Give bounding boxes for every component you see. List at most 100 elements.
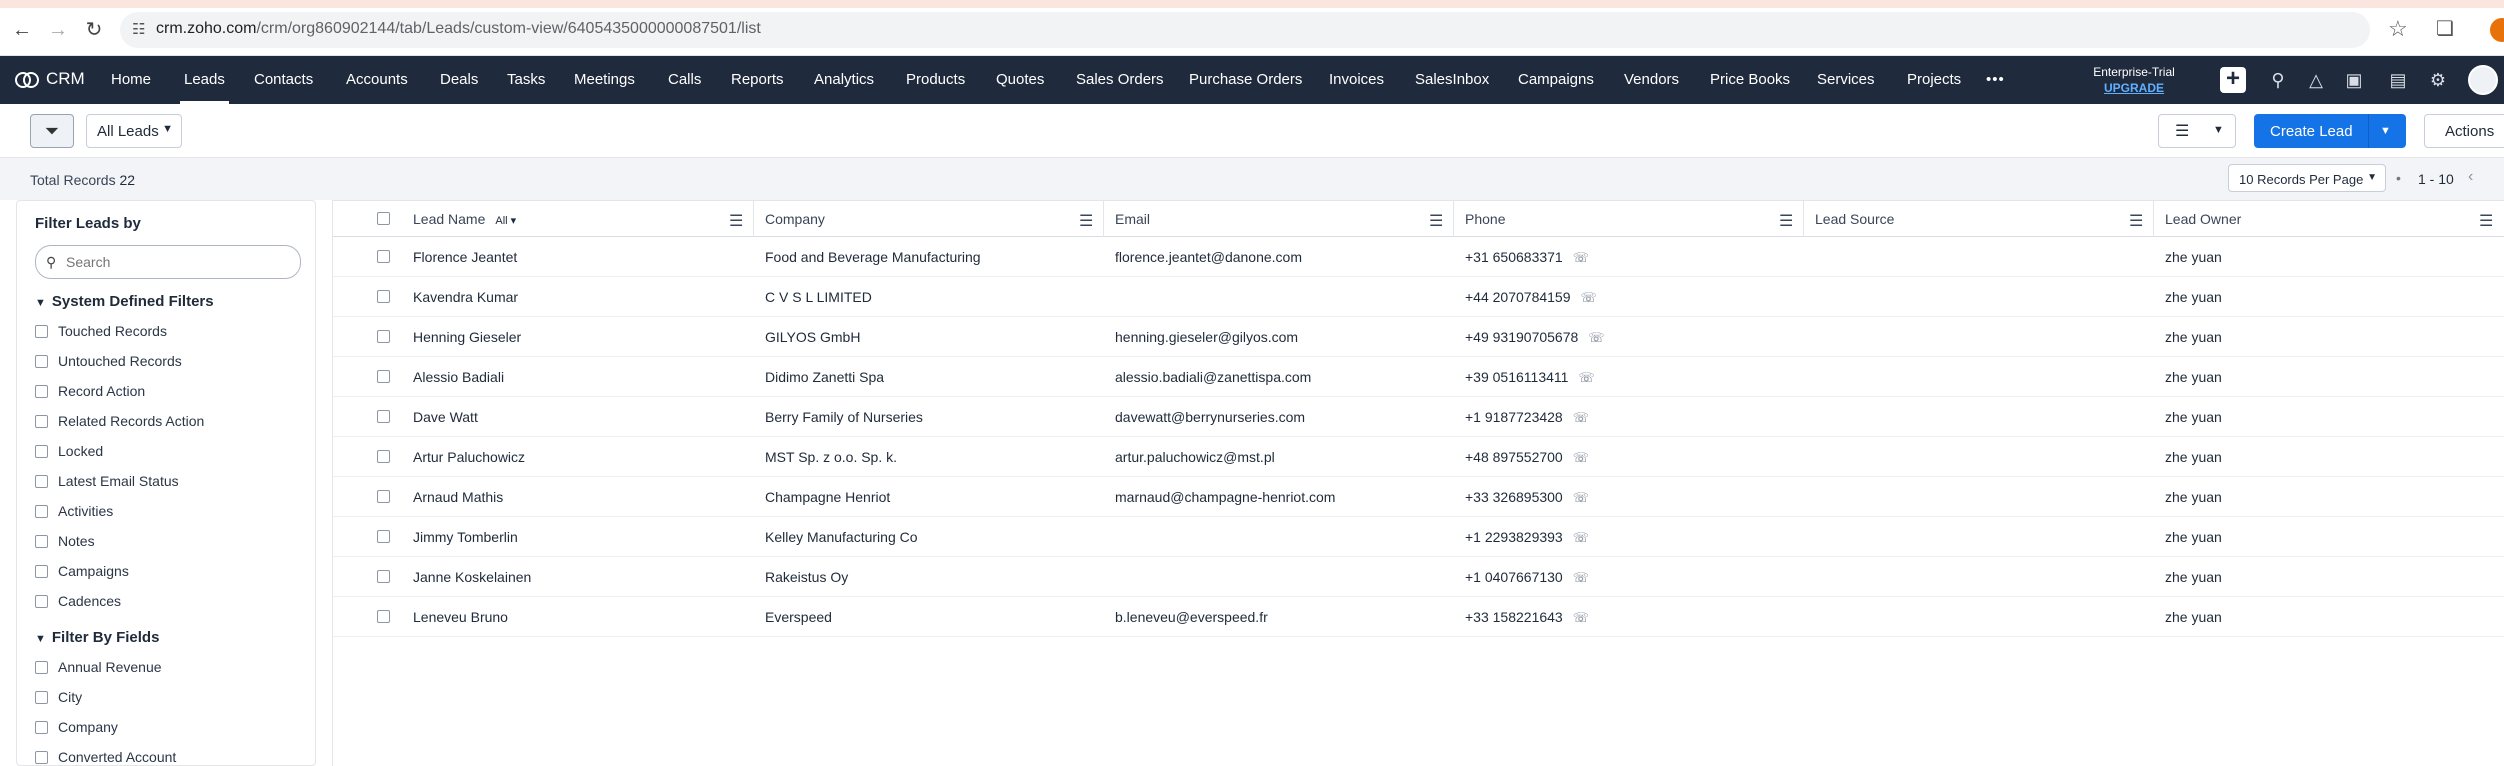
crm-logo-icon[interactable] [14, 68, 40, 92]
phone-icon[interactable]: ☏ [1573, 530, 1589, 545]
plan-badge[interactable]: Enterprise-Trial UPGRADE [2088, 64, 2180, 96]
column-header-company[interactable]: Company [765, 201, 825, 237]
select-all-checkbox[interactable] [377, 212, 390, 225]
lead-name-cell[interactable]: Kavendra Kumar [413, 289, 518, 305]
phone-icon[interactable]: ☏ [1573, 450, 1589, 465]
field-filters-section[interactable]: ▼ Filter By Fields [35, 629, 159, 646]
table-row[interactable]: Janne Koskelainen Rakeistus Oy +1 040766… [333, 557, 2504, 597]
store-icon[interactable]: ▤ [2386, 68, 2410, 92]
row-checkbox[interactable] [377, 290, 390, 303]
gear-icon[interactable]: ⚙ [2426, 68, 2450, 92]
lead-name-cell[interactable]: Henning Gieseler [413, 329, 521, 345]
plus-icon[interactable]: + [2220, 67, 2246, 93]
app-name[interactable]: CRM [46, 69, 85, 89]
nav-tasks[interactable]: Tasks [507, 71, 545, 88]
url-text[interactable]: crm.zoho.com/crm/org860902144/tab/Leads/… [156, 20, 761, 38]
column-menu-icon[interactable]: ☰ [1779, 211, 1793, 231]
row-checkbox[interactable] [377, 490, 390, 503]
phone-icon[interactable]: ☏ [1588, 330, 1604, 345]
checkbox[interactable] [35, 721, 48, 734]
filter-locked[interactable]: Locked [35, 443, 103, 463]
row-checkbox[interactable] [377, 570, 390, 583]
column-header-lead-name[interactable]: Lead Name All ▾ [413, 201, 516, 237]
lead-name-filter-dropdown[interactable]: All ▾ [495, 215, 516, 227]
filter-search[interactable]: ⚲ [35, 245, 301, 279]
checkbox[interactable] [35, 661, 48, 674]
lead-name-cell[interactable]: Janne Koskelainen [413, 569, 531, 585]
table-row[interactable]: Leneveu Bruno Everspeed b.leneveu@eversp… [333, 597, 2504, 637]
nav-projects[interactable]: Projects [1907, 71, 1961, 88]
column-divider[interactable] [1103, 201, 1104, 237]
column-menu-icon[interactable]: ☰ [1429, 211, 1443, 231]
lead-name-cell[interactable]: Alessio Badiali [413, 369, 504, 385]
phone-icon[interactable]: ☏ [1573, 490, 1589, 505]
checkbox[interactable] [35, 535, 48, 548]
email-cell[interactable]: alessio.badiali@zanettispa.com [1115, 369, 1311, 385]
browser-profile-icon[interactable] [2490, 18, 2504, 42]
phone-icon[interactable]: ☏ [1573, 610, 1589, 625]
row-checkbox[interactable] [377, 410, 390, 423]
lead-name-cell[interactable]: Leneveu Bruno [413, 609, 508, 625]
checkbox[interactable] [35, 325, 48, 338]
calendar-icon[interactable]: ▣ [2342, 68, 2366, 92]
filter-toggle-icon[interactable]: ⏷ [30, 114, 74, 148]
filter-record-action[interactable]: Record Action [35, 383, 145, 403]
filter-activities[interactable]: Activities [35, 503, 113, 523]
email-cell[interactable]: davewatt@berrynurseries.com [1115, 409, 1305, 425]
records-per-page-select[interactable]: 10 Records Per Page ▼ [2228, 164, 2386, 192]
view-mode-button[interactable]: ☰ ▼ [2158, 114, 2236, 148]
bookmark-star-icon[interactable]: ☆ [2388, 16, 2408, 42]
table-row[interactable]: Dave Watt Berry Family of Nurseries dave… [333, 397, 2504, 437]
phone-icon[interactable]: ☏ [1573, 250, 1589, 265]
filter-search-input[interactable] [66, 252, 286, 272]
row-checkbox[interactable] [377, 530, 390, 543]
filter-notes[interactable]: Notes [35, 533, 95, 553]
upgrade-link[interactable]: UPGRADE [2088, 80, 2180, 96]
filter-city[interactable]: City [35, 689, 82, 709]
table-row[interactable]: Florence Jeantet Food and Beverage Manuf… [333, 237, 2504, 277]
phone-icon[interactable]: ☏ [1573, 410, 1589, 425]
filter-company[interactable]: Company [35, 719, 118, 739]
table-row[interactable]: Alessio Badiali Didimo Zanetti Spa aless… [333, 357, 2504, 397]
reload-icon[interactable]: ↻ [82, 18, 106, 42]
search-icon[interactable]: ⚲ [2266, 68, 2290, 92]
nav-accounts[interactable]: Accounts [346, 71, 408, 88]
email-cell[interactable]: henning.gieseler@gilyos.com [1115, 329, 1298, 345]
table-row[interactable]: Henning Gieseler GILYOS GmbH henning.gie… [333, 317, 2504, 357]
nav-contacts[interactable]: Contacts [254, 71, 313, 88]
checkbox[interactable] [35, 751, 48, 764]
column-divider[interactable] [1803, 201, 1804, 237]
avatar[interactable] [2468, 65, 2498, 95]
table-row[interactable]: Arnaud Mathis Champagne Henriot marnaud@… [333, 477, 2504, 517]
nav-campaigns[interactable]: Campaigns [1518, 71, 1594, 88]
lead-name-cell[interactable]: Artur Paluchowicz [413, 449, 525, 465]
nav-analytics[interactable]: Analytics [814, 71, 874, 88]
checkbox[interactable] [35, 385, 48, 398]
checkbox[interactable] [35, 691, 48, 704]
checkbox[interactable] [35, 595, 48, 608]
email-cell[interactable]: marnaud@champagne-henriot.com [1115, 489, 1335, 505]
row-checkbox[interactable] [377, 330, 390, 343]
back-icon[interactable]: ← [10, 18, 34, 42]
phone-icon[interactable]: ☏ [1573, 570, 1589, 585]
column-header-lead-owner[interactable]: Lead Owner [2165, 201, 2241, 237]
forward-icon[interactable]: → [46, 18, 70, 42]
nav-quotes[interactable]: Quotes [996, 71, 1044, 88]
filter-campaigns[interactable]: Campaigns [35, 563, 129, 583]
extensions-icon[interactable]: ❏ [2436, 16, 2454, 41]
column-header-phone[interactable]: Phone [1465, 201, 1505, 237]
checkbox[interactable] [35, 355, 48, 368]
nav-deals[interactable]: Deals [440, 71, 478, 88]
lead-name-cell[interactable]: Dave Watt [413, 409, 478, 425]
filter-cadences[interactable]: Cadences [35, 593, 121, 613]
bell-icon[interactable]: △ [2304, 68, 2328, 92]
table-row[interactable]: Jimmy Tomberlin Kelley Manufacturing Co … [333, 517, 2504, 557]
site-info-icon[interactable]: ☷ [132, 20, 152, 40]
row-checkbox[interactable] [377, 370, 390, 383]
email-cell[interactable]: artur.paluchowicz@mst.pl [1115, 449, 1275, 465]
checkbox[interactable] [35, 505, 48, 518]
nav-vendors[interactable]: Vendors [1624, 71, 1679, 88]
column-header-email[interactable]: Email [1115, 201, 1150, 237]
create-lead-button[interactable]: Create Lead ▼ [2254, 114, 2406, 148]
column-menu-icon[interactable]: ☰ [729, 211, 743, 231]
